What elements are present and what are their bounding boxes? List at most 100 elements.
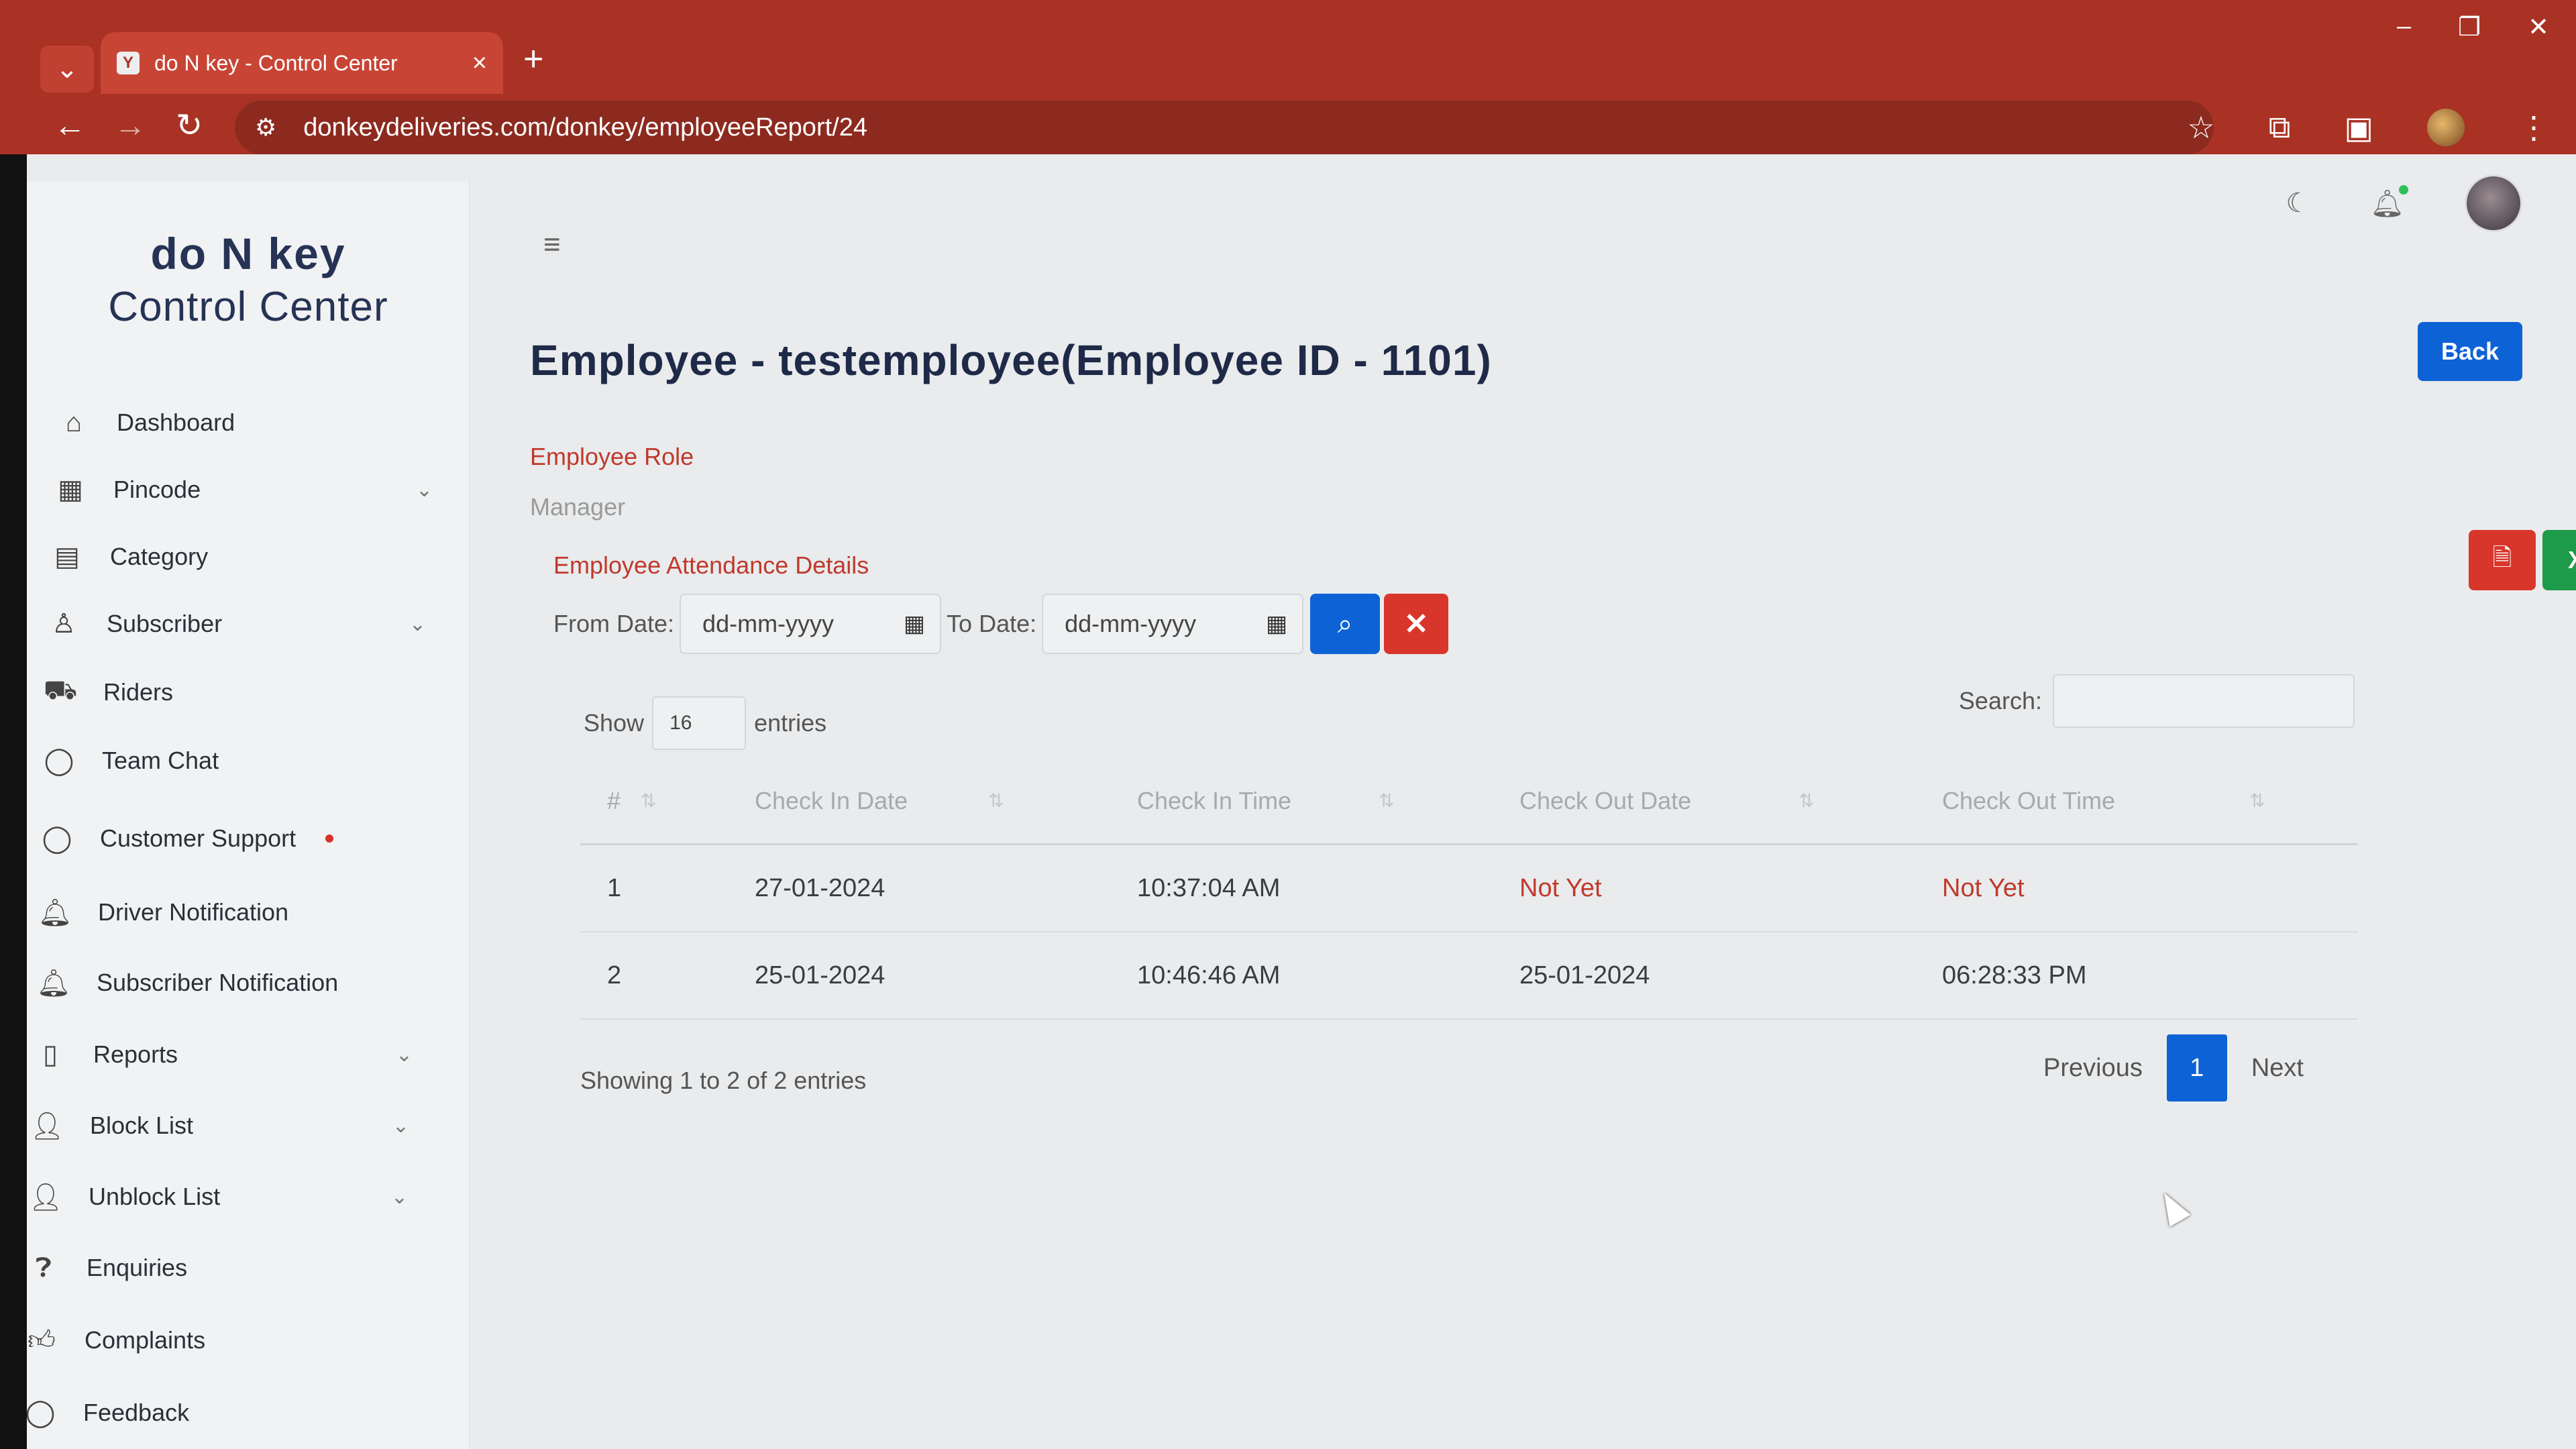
sidebar-item-subscriber-notification[interactable]: 🔔︎ Subscriber Notification <box>34 956 429 1010</box>
page-1-button[interactable]: 1 <box>2166 1034 2227 1102</box>
cell-check-out-time: Not Yet <box>1942 873 2025 902</box>
url-text[interactable]: donkeydeliveries.com/donkey/employeeRepo… <box>303 113 867 142</box>
table-info: Showing 1 to 2 of 2 entries <box>580 1067 867 1094</box>
bell-icon[interactable]: 🔔︎ <box>2370 184 2408 219</box>
filter-clear-button[interactable]: ✕ <box>1384 594 1449 654</box>
star-icon[interactable]: ☆ <box>2187 109 2214 146</box>
calendar-icon[interactable]: ▦ <box>904 610 925 637</box>
sidebar-item-label: Feedback <box>83 1399 190 1426</box>
calendar-icon[interactable]: ▦ <box>1266 610 1287 637</box>
kebab-icon[interactable]: ⋮ <box>2518 109 2549 146</box>
chevron-down-icon: ⌄ <box>395 1043 413 1066</box>
sidebar-item-label: Category <box>110 543 209 570</box>
tab-search-button[interactable]: ⌄ <box>40 46 94 93</box>
address-bar[interactable]: ⚙ donkeydeliveries.com/donkey/employeeRe… <box>235 101 2214 154</box>
sidebar-item-label: Enquiries <box>87 1254 188 1281</box>
column-header-check-out-date[interactable]: Check Out Date ⇅ <box>1519 787 1942 815</box>
tab-title: do N key - Control Center <box>154 50 398 75</box>
hamburger-menu-icon[interactable]: ≡ <box>543 228 561 262</box>
column-header-check-in-time[interactable]: Check In Time ⇅ <box>1137 787 1519 815</box>
user-check-icon: 👤︎ <box>28 1182 63 1212</box>
next-page-button[interactable]: Next <box>2227 1034 2328 1102</box>
cell-check-out-date: Not Yet <box>1519 873 1602 902</box>
home-icon: ⌂ <box>65 407 83 437</box>
sidepanel-icon[interactable]: ▣ <box>2345 109 2373 146</box>
close-icon[interactable]: × <box>472 49 487 78</box>
arrow-right-icon[interactable]: → <box>114 107 146 145</box>
entries-select[interactable]: 16 <box>652 696 747 750</box>
cell-check-in-date: 27-01-2024 <box>755 873 885 902</box>
window-controls: – ❐ ✕ <box>2397 12 2549 42</box>
sidebar-item-dashboard[interactable]: ⌂ Dashboard <box>54 396 449 449</box>
notification-dot <box>2399 184 2408 195</box>
sidebar-item-label: Riders <box>103 678 174 706</box>
close-window-icon[interactable]: ✕ <box>2528 12 2549 42</box>
truck-icon: ⛟ <box>43 676 78 705</box>
restore-icon[interactable]: ❐ <box>2458 12 2481 42</box>
from-date-input[interactable]: dd-mm-yyyy ▦ <box>680 594 942 654</box>
table-header: # ⇅ Check In Date ⇅ Check In Time ⇅ Check O… <box>580 758 2358 845</box>
cell-check-in-time: 10:46:46 AM <box>1137 961 1281 989</box>
export-excel-button[interactable]: X <box>2542 530 2576 590</box>
sort-icon: ⇅ <box>1799 790 1815 811</box>
sort-icon: ⇅ <box>988 790 1004 811</box>
bell-icon: 🔔︎ <box>38 898 72 928</box>
tune-icon[interactable]: ⚙ <box>255 113 276 142</box>
sidebar-item-driver-notification[interactable]: 🔔︎ Driver Notification <box>35 885 431 939</box>
sidebar-item-label: Customer Support <box>100 824 297 852</box>
grid-icon: ▦ <box>58 475 83 504</box>
profile-avatar[interactable] <box>2427 109 2465 146</box>
sidebar-item-label: Block List <box>90 1112 194 1139</box>
filter-search-button[interactable]: ⌕ <box>1310 594 1381 654</box>
sidebar-item-label: Driver Notification <box>98 898 289 926</box>
column-header-check-in-date[interactable]: Check In Date ⇅ <box>755 787 1137 815</box>
bell-dot-icon: 🔔︎ <box>36 968 71 998</box>
attendance-section-title: Employee Attendance Details <box>553 551 869 579</box>
brand-name: do N key <box>150 229 346 278</box>
sidebar-item-feedback[interactable]: ◯ Feedback <box>20 1386 416 1440</box>
minimize-icon[interactable]: – <box>2397 12 2411 42</box>
sidebar-item-enquiries[interactable]: ❓︎ Enquiries <box>23 1241 419 1295</box>
badge-icon: ♙ <box>52 609 76 639</box>
puzzle-icon[interactable]: ⧉ <box>2269 109 2291 146</box>
browser-tab[interactable]: Y do N key - Control Center × <box>101 32 503 94</box>
sidebar-item-subscriber[interactable]: ♙ Subscriber ⌄ <box>44 597 439 651</box>
back-button[interactable]: Back <box>2418 322 2522 381</box>
to-date-input[interactable]: dd-mm-yyyy ▦ <box>1042 594 1304 654</box>
arrow-left-icon[interactable]: ← <box>54 107 86 145</box>
sidebar-item-pincode[interactable]: ▦ Pincode ⌄ <box>50 463 446 517</box>
moon-icon[interactable]: ☾ <box>2286 188 2310 219</box>
export-pdf-button[interactable]: 🗎 <box>2469 530 2536 590</box>
reload-icon[interactable]: ↻ <box>176 107 203 145</box>
cell-check-in-time: 10:37:04 AM <box>1137 873 1281 902</box>
employee-role-value: Manager <box>530 493 626 521</box>
entries-label: entries <box>754 709 827 737</box>
clipboard-icon: ▯ <box>42 1040 58 1069</box>
previous-page-button[interactable]: Previous <box>2019 1034 2167 1102</box>
search-input[interactable] <box>2053 674 2355 728</box>
sidebar-item-complaints[interactable]: 👍︎ Complaints <box>21 1313 417 1367</box>
sidebar-item-block-list[interactable]: 👤︎ Block List ⌄ <box>27 1099 423 1152</box>
pdf-icon: 🗎 <box>2492 543 2512 571</box>
sidebar-item-team-chat[interactable]: ◯ Team Chat <box>39 734 435 788</box>
mouse-cursor-icon <box>2153 1187 2191 1227</box>
chat-icon: ◯ <box>44 746 74 775</box>
sidebar-item-label: Reports <box>93 1040 178 1068</box>
avatar[interactable] <box>2465 174 2522 232</box>
date-filter: From Date: dd-mm-yyyy ▦ To Date: dd-mm-y… <box>553 590 1449 657</box>
column-header-number[interactable]: # ⇅ <box>580 787 755 815</box>
table-row: 2 25-01-2024 10:46:46 AM 25-01-2024 06:2… <box>580 932 2358 1020</box>
brand-logo[interactable]: do N key Control Center <box>27 228 470 331</box>
sidebar-item-unblock-list[interactable]: 👤︎ Unblock List ⌄ <box>25 1170 421 1224</box>
brand-subtitle: Control Center <box>108 284 388 330</box>
sidebar-item-category[interactable]: ▤ Category <box>47 530 443 584</box>
chevron-down-icon: ⌄ <box>56 54 78 84</box>
sidebar-item-customer-support[interactable]: ◯ Customer Support <box>37 812 433 865</box>
cell-check-out-date: 25-01-2024 <box>1519 961 1650 989</box>
plus-icon[interactable]: + <box>523 39 543 79</box>
table-row: 1 27-01-2024 10:37:04 AM Not Yet Not Yet <box>580 845 2358 932</box>
sidebar-item-reports[interactable]: ▯ Reports ⌄ <box>30 1028 426 1081</box>
column-header-check-out-time[interactable]: Check Out Time ⇅ <box>1942 787 2358 815</box>
sidebar-item-riders[interactable]: ⛟ Riders <box>40 665 436 719</box>
attendance-table: # ⇅ Check In Date ⇅ Check In Time ⇅ Check O… <box>580 758 2358 1020</box>
